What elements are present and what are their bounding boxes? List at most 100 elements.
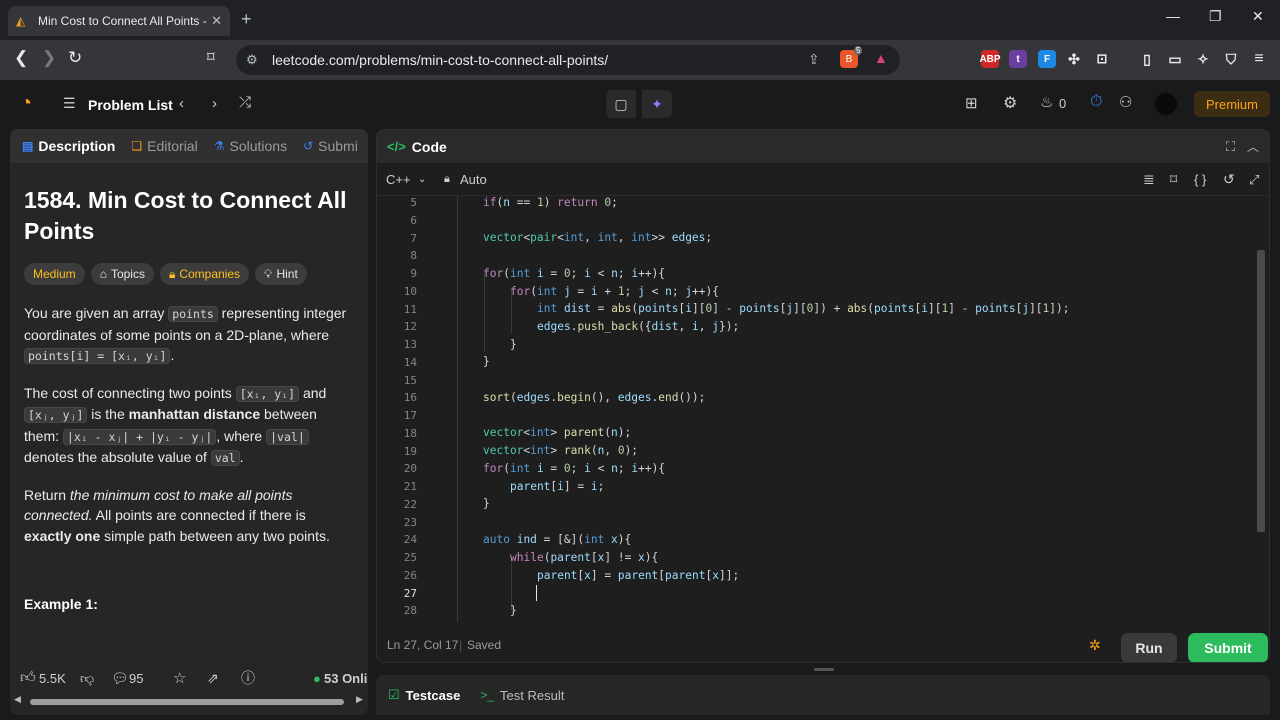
share-link-icon[interactable]: ⇗ bbox=[207, 670, 219, 687]
restore-icon[interactable]: ❐ bbox=[1209, 8, 1222, 25]
site-info-icon[interactable]: ⚙ bbox=[246, 52, 258, 68]
bookmark-code-icon[interactable]: ⌑ bbox=[1170, 171, 1177, 188]
tab-solutions[interactable]: ⚗ Solutions bbox=[214, 138, 287, 154]
vpn-icon[interactable]: ⛉ bbox=[1222, 50, 1240, 68]
tab-submissions[interactable]: ↺ Submi bbox=[303, 138, 358, 154]
topics-badge[interactable]: ⌂ Topics bbox=[90, 263, 154, 285]
wallet-icon[interactable]: ▭ bbox=[1166, 50, 1184, 68]
tab-description[interactable]: ▤ Description bbox=[22, 138, 115, 154]
tab-editorial[interactable]: ❑ Editorial bbox=[131, 138, 197, 154]
fullscreen-icon[interactable]: ⛶ bbox=[1226, 139, 1235, 155]
like-icon[interactable]: 👍︎ bbox=[20, 669, 36, 687]
code-line: } bbox=[483, 497, 490, 510]
t-extension-icon[interactable]: t bbox=[1009, 50, 1027, 68]
avatar[interactable] bbox=[1155, 93, 1177, 115]
prev-problem-icon[interactable]: ‹ bbox=[179, 95, 184, 112]
add-friend-icon[interactable]: ⚇ bbox=[1119, 93, 1132, 111]
share-icon[interactable]: ⇪ bbox=[808, 51, 820, 68]
timer-icon[interactable]: ⏱ bbox=[1090, 93, 1102, 111]
format-icon[interactable]: ≣ bbox=[1143, 171, 1155, 188]
line-number: 20 bbox=[403, 462, 417, 476]
line-number: 7 bbox=[410, 231, 417, 245]
scrollbar-thumb[interactable] bbox=[30, 699, 344, 705]
resize-handle[interactable] bbox=[814, 668, 834, 671]
tab-test-result[interactable]: Test Result bbox=[500, 688, 564, 703]
reset-icon[interactable]: ↺ bbox=[1223, 171, 1235, 188]
auto-mode[interactable]: Auto bbox=[460, 172, 487, 187]
submit-button[interactable]: Submit bbox=[1188, 633, 1268, 662]
leetcode-logo-icon[interactable]: ◔ bbox=[20, 92, 32, 115]
desc-paragraph-2: The cost of connecting two points [xᵢ, y… bbox=[24, 384, 327, 466]
scroll-right-icon[interactable]: ▶ bbox=[356, 694, 363, 705]
problem-list-link[interactable]: Problem List bbox=[88, 97, 173, 113]
close-window-icon[interactable]: ✕ bbox=[1252, 8, 1264, 25]
line-number: 28 bbox=[403, 604, 417, 618]
layout-icon[interactable]: ⊞ bbox=[965, 94, 978, 112]
shield-count-badge: 5 bbox=[854, 46, 863, 55]
bookmark-icon[interactable]: ⌑ bbox=[207, 48, 215, 66]
menu-icon[interactable]: ≡ bbox=[1250, 50, 1268, 68]
line-number: 22 bbox=[403, 497, 417, 511]
code-editor[interactable]: 5 6 7 8 9 10 11 12 13 14 15 16 17 18 19 20 21 22 23 24 25 26 2… bbox=[377, 196, 1257, 622]
collapse-icon[interactable]: ︿ bbox=[1247, 138, 1259, 155]
brave-rewards-icon[interactable]: ▲ bbox=[874, 50, 888, 66]
next-problem-icon[interactable]: › bbox=[212, 95, 217, 112]
ai-assist-icon[interactable]: ✦ bbox=[642, 90, 672, 118]
divider: | bbox=[459, 638, 463, 652]
browser-tab[interactable]: ◭ Min Cost to Connect All Points - ✕ bbox=[8, 6, 230, 36]
code-line: auto ind = [&](int x){ bbox=[483, 533, 632, 546]
dislike-icon[interactable]: 👎︎ bbox=[80, 670, 94, 687]
scroll-left-icon[interactable]: ◀ bbox=[14, 694, 21, 705]
line-number: 21 bbox=[403, 480, 417, 493]
lock-icon: 🔒︎ bbox=[444, 173, 450, 185]
leo-ai-icon[interactable]: ✧ bbox=[1194, 50, 1212, 68]
run-button[interactable]: Run bbox=[1121, 633, 1177, 662]
premium-button[interactable]: Premium bbox=[1194, 91, 1270, 117]
line-number: 16 bbox=[403, 391, 417, 405]
extensions-icon[interactable]: ✣ bbox=[1065, 50, 1083, 68]
braces-icon[interactable]: { } bbox=[1194, 172, 1206, 187]
chevron-down-icon[interactable]: ⌄ bbox=[418, 174, 426, 185]
sidebar-icon[interactable]: ▯ bbox=[1138, 50, 1156, 68]
code-line: } bbox=[483, 355, 490, 368]
tab-testcase[interactable]: Testcase bbox=[406, 688, 461, 703]
like-count: 5.5K bbox=[39, 670, 66, 686]
language-select[interactable]: C++ bbox=[386, 172, 411, 187]
close-tab-icon[interactable]: ✕ bbox=[211, 13, 222, 29]
settings-icon[interactable]: ⚙ bbox=[1003, 93, 1017, 113]
terminal-icon: >_ bbox=[480, 688, 495, 702]
notes-icon[interactable]: ▢ bbox=[606, 90, 636, 118]
form-extension-icon[interactable]: F bbox=[1038, 50, 1056, 68]
hint-badge[interactable]: 💡︎ Hint bbox=[255, 263, 307, 285]
code-icon: </> bbox=[387, 139, 406, 154]
new-tab-icon[interactable]: + bbox=[241, 9, 252, 30]
companies-badge[interactable]: 🔒︎ Companies bbox=[159, 263, 250, 285]
back-icon[interactable]: ❮ bbox=[14, 48, 28, 68]
line-number: 13 bbox=[403, 338, 417, 351]
minimize-icon[interactable]: — bbox=[1166, 8, 1180, 24]
line-number: 18 bbox=[403, 426, 417, 440]
adblock-extension-icon[interactable]: ABP bbox=[979, 50, 1001, 68]
line-number: 6 bbox=[410, 213, 417, 227]
code-line: for(int i = 0; i < n; i++){ bbox=[483, 267, 666, 280]
description-icon: ▤ bbox=[22, 139, 34, 153]
horizontal-scrollbar[interactable]: ◀ ▶ bbox=[14, 694, 364, 706]
streak-fire-icon[interactable]: ♨ bbox=[1040, 93, 1053, 111]
editor-scrollbar[interactable] bbox=[1257, 250, 1265, 532]
help-icon[interactable]: ⓘ bbox=[241, 668, 255, 688]
code-line: parent[i] = i; bbox=[510, 480, 605, 493]
online-count: 53 Onlin bbox=[324, 670, 368, 686]
reload-icon[interactable]: ↻ bbox=[68, 48, 82, 68]
expand-icon[interactable]: ⤢ bbox=[1249, 172, 1259, 188]
code-line: int dist = abs(points[i][0] - points[j][… bbox=[537, 302, 1070, 315]
address-bar[interactable]: ⚙ leetcode.com/problems/min-cost-to-conn… bbox=[236, 45, 900, 75]
submissions-icon: ↺ bbox=[303, 139, 314, 153]
debug-icon[interactable]: ✲ bbox=[1089, 637, 1101, 654]
reader-icon[interactable]: ⊡ bbox=[1093, 50, 1111, 68]
forward-icon[interactable]: ❯ bbox=[42, 48, 56, 68]
tab-title: Min Cost to Connect All Points - bbox=[38, 14, 207, 28]
favorite-icon[interactable]: ☆ bbox=[173, 669, 186, 687]
comment-icon[interactable]: 💬︎ bbox=[111, 670, 129, 687]
example-heading: Example 1: bbox=[24, 596, 98, 612]
shuffle-icon[interactable]: ⤮ bbox=[239, 94, 251, 111]
